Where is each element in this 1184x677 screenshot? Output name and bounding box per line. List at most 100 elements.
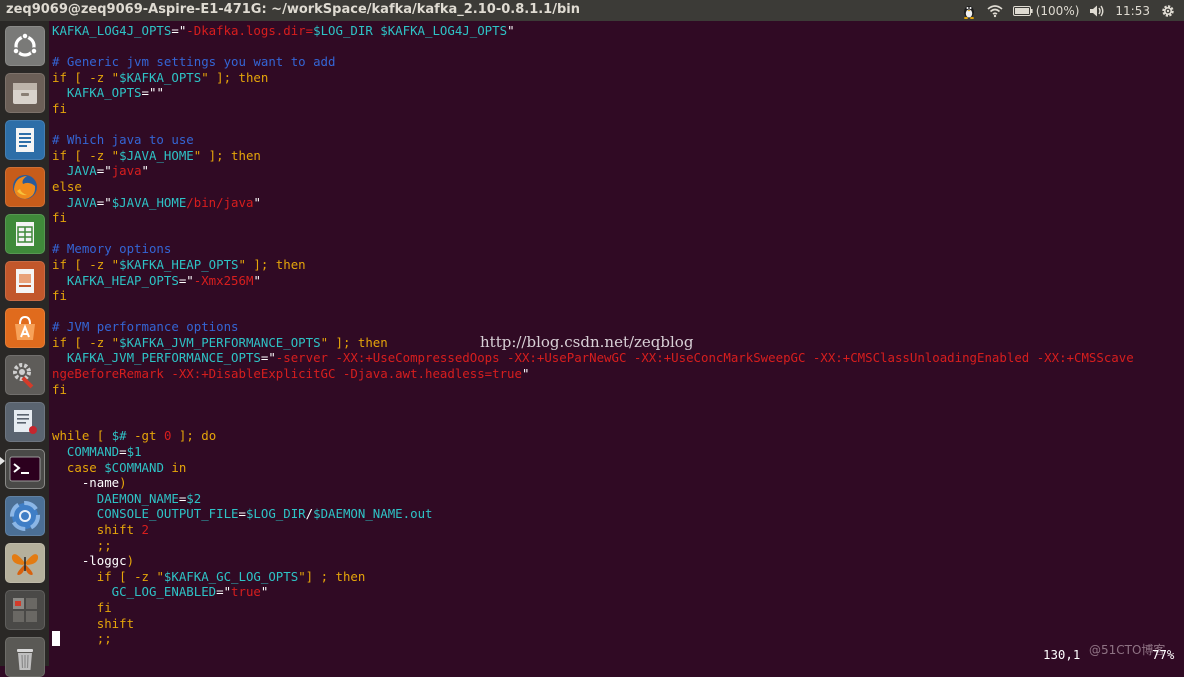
code-token: shift xyxy=(52,615,135,631)
battery-icon xyxy=(1012,5,1033,16)
volume-icon[interactable] xyxy=(1089,4,1105,18)
code-line: # Generic jvm settings you want to add xyxy=(52,54,1134,70)
code-token: " ]; then xyxy=(201,69,269,85)
code-line: shift 2 xyxy=(52,522,1134,538)
code-token: $LOG_DIR xyxy=(245,506,306,522)
code-token: $JAVA_HOME xyxy=(119,147,194,163)
code-token: fi xyxy=(52,381,67,397)
code-token: KAFKA_HEAP_OPTS xyxy=(52,272,179,288)
code-token: / xyxy=(305,506,314,522)
code-token: $# xyxy=(111,428,127,444)
firefox-icon[interactable] xyxy=(5,167,45,207)
code-token: ="" xyxy=(141,85,164,101)
code-token: " ]; then xyxy=(320,334,388,350)
code-line: while [ $# -gt 0 ]; do xyxy=(52,428,1134,444)
terminal-icon[interactable] xyxy=(5,449,45,489)
code-token: -Xmx256M xyxy=(193,272,254,288)
ubuntu-dash-icon[interactable] xyxy=(5,26,45,66)
vim-scroll-percent: 77% xyxy=(1152,647,1175,662)
top-panel: zeq9069@zeq9069-Aspire-E1-471G: ~/workSp… xyxy=(0,0,1184,21)
tux-icon[interactable] xyxy=(961,3,977,19)
code-token: " ]; then xyxy=(193,147,261,163)
code-token: =" xyxy=(96,194,112,210)
text-cursor xyxy=(52,631,60,646)
terminal-window[interactable]: KAFKA_LOG4J_OPTS="-Dkafka.logs.dir=$LOG_… xyxy=(49,21,1184,666)
workspace-switcher-icon[interactable] xyxy=(5,590,45,630)
code-line: COMMAND=$1 xyxy=(52,444,1134,460)
code-token: [ -z " xyxy=(66,334,120,350)
code-token: $2 xyxy=(186,490,202,506)
code-token: JAVA xyxy=(52,194,97,210)
code-token: " xyxy=(141,163,149,179)
code-token: " xyxy=(253,194,261,210)
code-line: else xyxy=(52,179,1134,195)
code-token: fi xyxy=(52,100,67,116)
system-settings-icon[interactable] xyxy=(5,355,45,395)
code-line: CONSOLE_OUTPUT_FILE=$LOG_DIR/$DAEMON_NAM… xyxy=(52,506,1134,522)
code-token: "] ; then xyxy=(298,568,366,584)
impress-presentation-icon[interactable] xyxy=(5,261,45,301)
code-token: =" xyxy=(216,584,232,600)
code-token: ngeBeforeRemark -XX:+DisableExplicitGC -… xyxy=(52,366,522,382)
code-token: " ]; then xyxy=(238,256,306,272)
software-center-icon[interactable] xyxy=(5,308,45,348)
chromium-icon[interactable] xyxy=(5,496,45,536)
code-token: if xyxy=(52,147,67,163)
code-token: [ -z " xyxy=(66,69,120,85)
code-token: # Memory options xyxy=(52,241,172,257)
code-token: if xyxy=(52,256,67,272)
code-token: =" xyxy=(171,23,187,38)
code-token: $KAFKA_HEAP_OPTS xyxy=(119,256,239,272)
code-token: true xyxy=(231,584,261,600)
vim-cursor-position: 130,1 xyxy=(1043,647,1081,662)
code-line: if [ -z "$KAFKA_HEAP_OPTS" ]; then xyxy=(52,257,1134,273)
calc-spreadsheet-icon[interactable] xyxy=(5,214,45,254)
code-line: shift xyxy=(52,616,1134,632)
code-token: =" xyxy=(260,350,276,366)
code-line: # Which java to use xyxy=(52,132,1134,148)
code-line: fi xyxy=(52,210,1134,226)
code-token: ) xyxy=(119,475,127,491)
code-token: =" xyxy=(178,272,194,288)
code-token: =" xyxy=(96,163,112,179)
clock[interactable]: 11:53 xyxy=(1115,4,1150,18)
wifi-icon[interactable] xyxy=(987,4,1003,18)
code-token: .out xyxy=(402,506,433,522)
code-token: -loggc xyxy=(52,553,127,569)
code-line: ngeBeforeRemark -XX:+DisableExplicitGC -… xyxy=(52,366,1134,382)
file-manager-icon[interactable] xyxy=(5,73,45,113)
code-token: # Generic jvm settings you want to add xyxy=(52,54,336,70)
shotwell-butterfly-icon[interactable] xyxy=(5,543,45,583)
code-token: DAEMON_NAME xyxy=(52,490,179,506)
battery-indicator[interactable]: (100%) xyxy=(1012,4,1079,18)
code-token: $COMMAND xyxy=(96,459,172,475)
code-line: -name) xyxy=(52,475,1134,491)
text-editor-icon[interactable] xyxy=(5,402,45,442)
code-line: -loggc) xyxy=(52,553,1134,569)
code-token: KAFKA_OPTS xyxy=(52,85,142,101)
code-token: CONSOLE_OUTPUT_FILE xyxy=(52,506,239,522)
code-token: if xyxy=(52,334,67,350)
trash-icon[interactable] xyxy=(5,637,45,677)
code-token: $KAFKA_OPTS xyxy=(119,69,202,85)
code-token: $JAVA_HOME xyxy=(111,194,187,210)
writer-document-icon[interactable] xyxy=(5,120,45,160)
code-line: JAVA="java" xyxy=(52,163,1134,179)
code-line: fi xyxy=(52,382,1134,398)
code-token: 2 xyxy=(141,522,149,537)
code-line: KAFKA_JVM_PERFORMANCE_OPTS="-server -XX:… xyxy=(52,350,1134,366)
code-token: $LOG_DIR $KAFKA_LOG4J_OPTS xyxy=(313,23,508,38)
code-token: # JVM performance options xyxy=(52,319,239,335)
code-token: ;; xyxy=(52,537,112,553)
code-line: case $COMMAND in xyxy=(52,460,1134,476)
code-token: while xyxy=(52,428,90,444)
code-token: KAFKA_LOG4J_OPTS xyxy=(52,23,172,38)
code-token: -server -XX:+UseCompressedOops -XX:+UseP… xyxy=(275,350,1134,366)
code-line: fi xyxy=(52,600,1134,616)
blog-watermark: http://blog.csdn.net/zeqblog xyxy=(480,333,694,351)
code-token: fi xyxy=(52,599,112,615)
gear-icon[interactable] xyxy=(1160,3,1176,19)
